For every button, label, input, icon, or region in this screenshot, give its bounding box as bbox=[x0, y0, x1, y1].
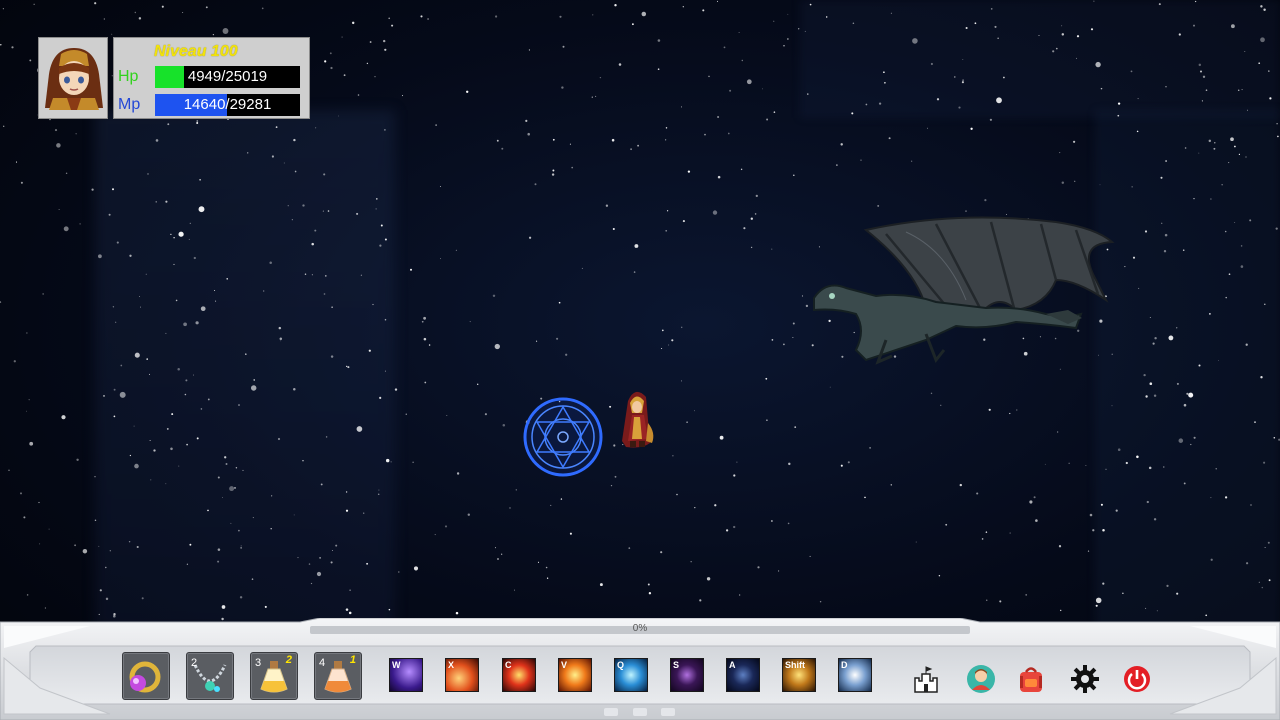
item-slot-count: 2 bbox=[191, 657, 198, 669]
item-slot-4[interactable]: 41 bbox=[314, 652, 362, 700]
magic-circle-icon bbox=[523, 397, 603, 477]
purple-lightning-skill-icon[interactable]: W bbox=[389, 658, 423, 692]
silver-necklace-icon bbox=[187, 664, 233, 703]
item-slot-2[interactable]: 2 bbox=[186, 652, 234, 700]
mp-value: 14640/29281 bbox=[183, 96, 272, 113]
dark-aura-skill-icon[interactable]: A bbox=[726, 658, 760, 692]
character-icon[interactable] bbox=[966, 664, 996, 694]
skill-hotkey: D bbox=[841, 660, 848, 670]
page-dot-2[interactable] bbox=[633, 708, 647, 716]
castle-icon[interactable] bbox=[911, 664, 941, 694]
dragon-enemy-sprite bbox=[813, 216, 1115, 365]
mp-label: Mp bbox=[118, 96, 141, 113]
hp-label: Hp bbox=[118, 68, 139, 85]
skill-hotkey: A bbox=[729, 660, 736, 670]
backpack-icon[interactable] bbox=[1016, 664, 1046, 694]
mage-portrait-icon bbox=[45, 48, 103, 110]
page-dot-3[interactable] bbox=[661, 708, 675, 716]
mp-bar: 14640/29281 bbox=[155, 94, 300, 116]
orange-potion-icon bbox=[315, 661, 361, 703]
item-quantity: 2 bbox=[285, 654, 292, 666]
item-slot-3[interactable]: 32 bbox=[250, 652, 298, 700]
skill-hotkey: X bbox=[448, 660, 455, 670]
yellow-potion-icon bbox=[251, 661, 297, 703]
skill-hotkey: Q bbox=[617, 660, 625, 670]
water-spiral-skill-icon[interactable]: Q bbox=[614, 658, 648, 692]
level-text: Niveau 100 bbox=[154, 43, 238, 60]
player-status-hud: Niveau 100 Hp 4949/25019 Mp 14640/29281 bbox=[38, 37, 310, 119]
player-mage-sprite bbox=[622, 391, 654, 448]
page-dot-1[interactable] bbox=[604, 708, 618, 716]
gear-icon[interactable] bbox=[1070, 664, 1100, 694]
bottom-toolbar: 0% 2 3 2 4 1 W X C V Q S A Shift D bbox=[0, 618, 1280, 720]
golden-strike-skill-icon[interactable]: Shift bbox=[782, 658, 816, 692]
power-icon[interactable] bbox=[1122, 664, 1152, 694]
hp-bar: 4949/25019 bbox=[155, 66, 300, 88]
flame-burst-skill-icon[interactable]: V bbox=[558, 658, 592, 692]
item-slot-count: 4 bbox=[319, 657, 326, 669]
skill-hotkey: Shift bbox=[785, 660, 805, 670]
hp-value: 4949/25019 bbox=[187, 68, 268, 85]
stats-panel: Niveau 100 Hp 4949/25019 Mp 14640/29281 bbox=[113, 37, 310, 119]
skill-hotkey: S bbox=[673, 660, 680, 670]
skill-hotkey: C bbox=[505, 660, 512, 670]
fire-ring-skill-icon[interactable]: C bbox=[502, 658, 536, 692]
shadow-skill-icon[interactable]: S bbox=[670, 658, 704, 692]
player-portrait[interactable] bbox=[38, 37, 108, 119]
gold-ring-icon bbox=[123, 661, 169, 703]
skill-hotkey: W bbox=[392, 660, 401, 670]
item-quantity: 1 bbox=[349, 654, 356, 666]
xp-percent: 0% bbox=[632, 623, 648, 634]
skill-hotkey: V bbox=[561, 660, 568, 670]
holy-guardian-skill-icon[interactable]: D bbox=[838, 658, 872, 692]
item-slot-count: 3 bbox=[255, 657, 262, 669]
item-slot-1[interactable] bbox=[122, 652, 170, 700]
fire-meteor-skill-icon[interactable]: X bbox=[445, 658, 479, 692]
